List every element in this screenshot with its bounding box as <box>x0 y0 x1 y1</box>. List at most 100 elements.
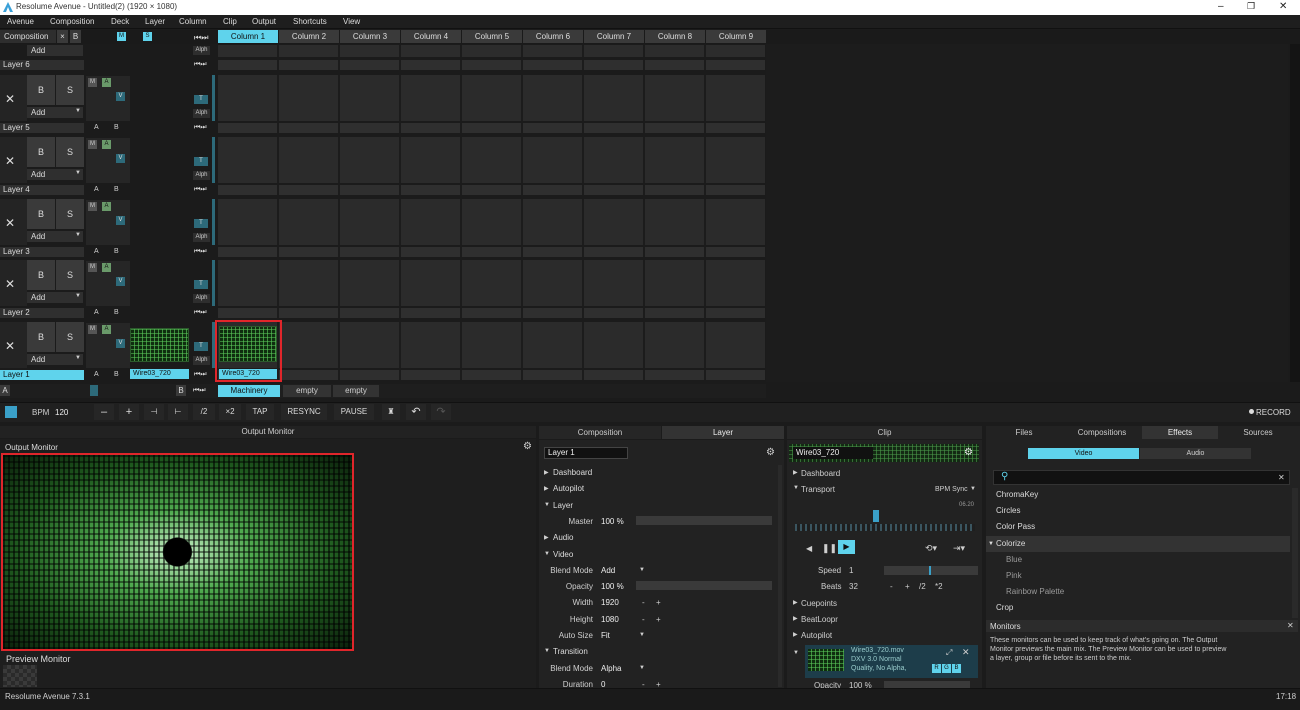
effect-item-0[interactable]: ChromaKey <box>986 487 1290 503</box>
layer-3-add-chevron-icon[interactable]: ▼ <box>75 232 81 238</box>
crossfader-handle[interactable] <box>90 385 98 396</box>
layer-5-a-target[interactable]: A <box>94 124 99 131</box>
layer-5-clip-slots[interactable] <box>218 75 765 121</box>
clip-transport-arrow-icon[interactable]: ▼ <box>793 485 799 491</box>
layer-5-opacity-bar[interactable] <box>212 75 215 121</box>
channel-b-button[interactable]: B <box>952 664 961 673</box>
layer-2-bypass-button[interactable]: B <box>27 260 55 290</box>
layer-2-add-chevron-icon[interactable]: ▼ <box>75 293 81 299</box>
layer-5-alpha[interactable]: Alph <box>193 109 210 118</box>
group-arrow-icon-4[interactable]: ▶ <box>544 534 549 541</box>
cuepoints-arrow-icon[interactable]: ▶ <box>793 599 798 606</box>
layer-2-clear-icon[interactable]: ✕ <box>5 277 15 291</box>
param-8-plus[interactable]: + <box>656 598 661 607</box>
layer-2-solo-button[interactable]: S <box>56 260 84 290</box>
composition-bypass-button[interactable]: B <box>70 30 81 43</box>
cuepoints-group[interactable]: Cuepoints <box>801 599 837 608</box>
layer-5-t-button[interactable]: T <box>194 95 208 104</box>
speed-value[interactable]: 1 <box>849 566 853 575</box>
layer-panel-scrollbar[interactable] <box>778 465 782 687</box>
layer-5-transport-icon[interactable]: ⏮⏭ <box>194 124 207 132</box>
layer-1-clear-icon[interactable]: ✕ <box>5 339 15 353</box>
layer-5-bypass-button[interactable]: B <box>27 75 55 105</box>
autopilot-arrow-icon[interactable]: ▶ <box>793 631 798 638</box>
group-arrow-icon-2[interactable]: ▼ <box>544 502 550 508</box>
layer-3-a-button[interactable]: A <box>102 202 111 211</box>
layer-3-alpha[interactable]: Alph <box>193 233 210 242</box>
deck-transport-icon[interactable]: ⏮⏭ <box>193 387 206 395</box>
layer-4-b-target[interactable]: B <box>114 186 119 193</box>
layer-3-m-button[interactable]: M <box>88 202 97 211</box>
autopilot-group[interactable]: Autopilot <box>801 631 832 640</box>
group-arrow-icon-0[interactable]: ▶ <box>544 469 549 476</box>
layer-2-name[interactable]: Layer 2 <box>0 308 84 318</box>
bpm-plus-button[interactable]: + <box>119 404 139 420</box>
layer-1-solo-button[interactable]: S <box>56 322 84 352</box>
layer-1-name[interactable]: Layer 1 <box>0 370 84 380</box>
colorize-expand-icon[interactable]: ▼ <box>988 536 994 552</box>
menu-deck[interactable]: Deck <box>111 17 129 26</box>
param-12-value[interactable]: Alpha <box>601 664 621 673</box>
deck-a-button[interactable]: A <box>0 385 10 396</box>
clip-dashboard-arrow-icon[interactable]: ▶ <box>793 469 798 476</box>
effects-audio-tab[interactable]: Audio <box>1140 448 1251 459</box>
menu-view[interactable]: View <box>343 17 360 26</box>
layer-4-solo-button[interactable]: S <box>56 137 84 167</box>
play-forward-button[interactable]: ▶ <box>838 540 855 554</box>
layer-4-m-button[interactable]: M <box>88 140 97 149</box>
close-button[interactable]: ✕ <box>1279 1 1287 12</box>
channel-r-button[interactable]: R <box>932 664 941 673</box>
layer-1-transport-icon[interactable]: ⏮⏭ <box>194 371 207 379</box>
composition-button[interactable]: Composition <box>0 30 56 43</box>
effect-item-6[interactable]: Rainbow Palette <box>986 584 1290 600</box>
layer-2-v-button[interactable]: V <box>116 277 125 286</box>
param-3-slider[interactable] <box>636 515 772 525</box>
layer-4-a-target[interactable]: A <box>94 186 99 193</box>
layer-6-transport-icon[interactable]: ⏮⏭ <box>194 61 207 69</box>
speed-slider-handle[interactable] <box>929 566 931 575</box>
layer-1-clip-slots[interactable] <box>218 322 765 368</box>
layer-3-opacity-bar[interactable] <box>212 199 215 245</box>
layer-6-name[interactable]: Layer 6 <box>0 60 84 70</box>
layer-3-b-target[interactable]: B <box>114 248 119 255</box>
layer-2-a-target[interactable]: A <box>94 309 99 316</box>
menu-layer[interactable]: Layer <box>145 17 165 26</box>
menu-clip[interactable]: Clip <box>223 17 237 26</box>
group-11-label[interactable]: Transition <box>553 647 588 656</box>
column-1-header[interactable]: Column 1 <box>218 30 278 43</box>
search-clear-icon[interactable]: ✕ <box>1278 473 1285 482</box>
layer-3-a-target[interactable]: A <box>94 248 99 255</box>
layer-6-alpha[interactable]: Alph <box>193 46 210 55</box>
column-5-header[interactable]: Column 5 <box>462 30 522 43</box>
layer-4-transport-icon[interactable]: ⏮⏭ <box>194 186 207 194</box>
layer-1-a-target[interactable]: A <box>94 371 99 378</box>
deck-b-button[interactable]: B <box>176 385 186 396</box>
layer-3-clear-icon[interactable]: ✕ <box>5 216 15 230</box>
loop-mode-icon[interactable]: ⟲▾ <box>925 543 937 554</box>
output-monitor-gear-icon[interactable]: ⚙ <box>523 441 532 452</box>
file-close-icon[interactable]: ✕ <box>962 647 970 658</box>
maximize-button[interactable]: ❐ <box>1247 1 1255 12</box>
layer-5-name[interactable]: Layer 5 <box>0 123 84 133</box>
minimize-button[interactable]: – <box>1218 1 1224 12</box>
channel-g-button[interactable]: G <box>942 664 951 673</box>
menu-avenue[interactable]: Avenue <box>7 17 34 26</box>
layer-4-v-button[interactable]: V <box>116 154 125 163</box>
param-10-chevron-icon[interactable]: ▼ <box>639 632 645 638</box>
layer-1-a-button[interactable]: A <box>102 325 111 334</box>
column-7-header[interactable]: Column 7 <box>584 30 644 43</box>
column-6-header[interactable]: Column 6 <box>523 30 583 43</box>
tap-button[interactable]: TAP <box>246 404 274 420</box>
beats-minus-button[interactable]: - <box>890 582 893 591</box>
effect-item-1[interactable]: Circles <box>986 503 1290 519</box>
effect-item-4[interactable]: Blue <box>986 552 1290 568</box>
group-2-label[interactable]: Layer <box>553 501 573 510</box>
layer-1-alpha[interactable]: Alph <box>193 356 210 365</box>
beats-value[interactable]: 32 <box>849 582 858 591</box>
layer-2-a-button[interactable]: A <box>102 263 111 272</box>
pause-button[interactable]: PAUSE <box>334 404 374 420</box>
group-arrow-icon-1[interactable]: ▶ <box>544 485 549 492</box>
column-9-header[interactable]: Column 9 <box>706 30 766 43</box>
param-6-chevron-icon[interactable]: ▼ <box>639 567 645 573</box>
layer-panel-gear-icon[interactable]: ⚙ <box>766 447 775 458</box>
